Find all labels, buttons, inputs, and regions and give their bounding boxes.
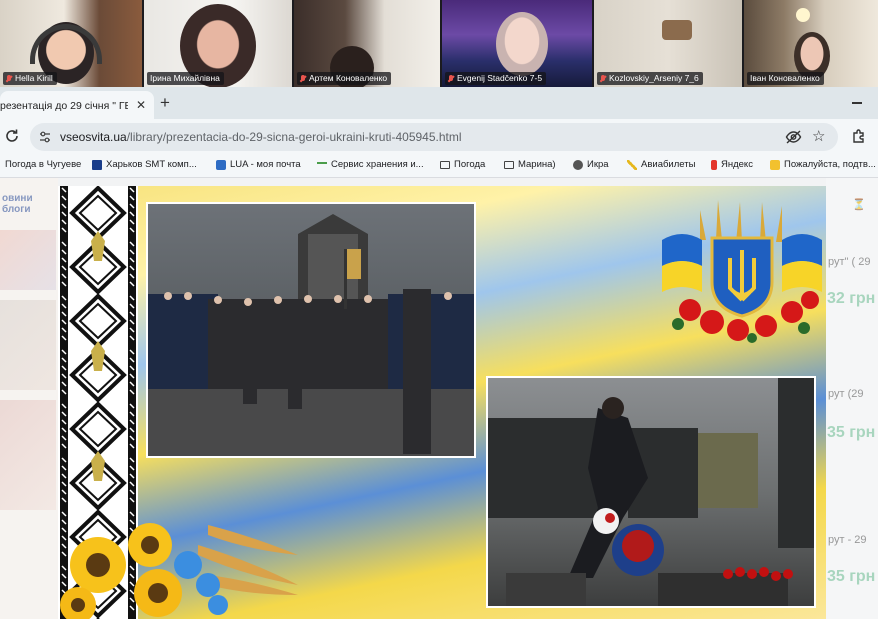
browser-tab-bar: резентація до 29 січня " ГЕР ✕ bbox=[0, 87, 878, 119]
participant-name: Ірина Михайлівна bbox=[150, 73, 220, 83]
eye-off-icon[interactable] bbox=[785, 129, 802, 145]
participant-tile-5[interactable]: Kozlovskiy_Arseniy 7_6 bbox=[594, 0, 742, 87]
participant-name: Іван Коноваленко bbox=[750, 73, 820, 83]
mic-muted-icon bbox=[600, 74, 606, 83]
tab-title: резентація до 29 січня " ГЕР bbox=[0, 100, 128, 112]
participant-tile-3[interactable]: Артем Коноваленко bbox=[294, 0, 440, 87]
participant-tile-6[interactable]: Іван Коноваленко bbox=[744, 0, 878, 87]
lua-icon bbox=[216, 159, 226, 170]
wall-clock-icon bbox=[662, 20, 692, 40]
wreath-laying-photo-image bbox=[488, 378, 814, 606]
product-price: 35 грн bbox=[827, 568, 876, 585]
video-call-strip: Hella Kirill Ірина Михайлівна Артем Коно… bbox=[0, 0, 878, 87]
product-price: 35 грн bbox=[827, 424, 876, 441]
product-label[interactable]: рут" ( 29 bbox=[828, 256, 870, 268]
extensions-icon[interactable] bbox=[851, 128, 867, 144]
mic-muted-icon bbox=[300, 74, 306, 83]
yandex-icon bbox=[711, 159, 717, 170]
bookmark-item[interactable]: Икра bbox=[573, 159, 609, 170]
ceremony-photo-image bbox=[148, 204, 474, 456]
bookmark-item[interactable]: Марина) bbox=[504, 159, 556, 170]
filter-icon[interactable]: ⏳ bbox=[852, 198, 866, 211]
product-label[interactable]: рут (29 bbox=[828, 388, 864, 400]
close-icon[interactable]: ✕ bbox=[134, 98, 148, 112]
participant-avatar bbox=[496, 12, 548, 76]
sunflowers-bouquet bbox=[60, 523, 298, 619]
ceremony-photo bbox=[146, 202, 476, 458]
site-settings-icon[interactable] bbox=[38, 130, 52, 144]
bookmark-item[interactable]: LUA - моя почта bbox=[216, 159, 301, 170]
participant-name: Hella Kirill bbox=[15, 73, 53, 83]
mail-icon bbox=[770, 159, 780, 170]
globe-icon bbox=[573, 159, 583, 170]
folder-icon bbox=[440, 160, 450, 169]
mic-muted-icon bbox=[6, 74, 12, 83]
lamp-icon bbox=[796, 8, 810, 22]
sidebar-thumbnail[interactable] bbox=[0, 300, 56, 390]
minimize-icon[interactable] bbox=[852, 94, 862, 108]
folder-icon bbox=[504, 160, 514, 169]
smt-icon bbox=[92, 159, 102, 170]
bookmark-item[interactable]: Яндекс bbox=[711, 159, 753, 170]
product-price: 32 грн bbox=[827, 290, 876, 307]
new-tab-button[interactable]: + bbox=[160, 93, 170, 113]
coat-of-arms-trident bbox=[662, 200, 822, 343]
participant-tile-4[interactable]: Evgenij Stadčenko 7-5 bbox=[442, 0, 592, 87]
plane-icon bbox=[627, 159, 637, 170]
participant-tile-1[interactable]: Hella Kirill bbox=[0, 0, 142, 87]
left-nav-label[interactable]: овини блоги bbox=[2, 193, 54, 215]
bookmark-item[interactable]: Пожалуйста, подтв... bbox=[770, 159, 876, 170]
reload-icon[interactable] bbox=[4, 128, 20, 144]
sidebar-thumbnail[interactable] bbox=[0, 230, 56, 290]
bookmark-item[interactable]: Погода bbox=[440, 159, 485, 170]
participant-name: Kozlovskiy_Arseniy 7_6 bbox=[609, 73, 699, 83]
bookmark-item[interactable]: Сервис хранения и... bbox=[317, 159, 424, 170]
url-domain: vseosvita.ua bbox=[60, 130, 127, 144]
bookmark-item[interactable]: Погода в Чугуеве bbox=[5, 159, 81, 170]
participant-name: Артем Коноваленко bbox=[309, 73, 388, 83]
url-path: /library/prezentacia-do-29-sicna-geroi-u… bbox=[126, 130, 462, 144]
browser-tab[interactable]: резентація до 29 січня " ГЕР ✕ bbox=[0, 91, 154, 119]
sidebar-thumbnail[interactable] bbox=[0, 400, 56, 510]
bookmark-item[interactable]: Авиабилеты bbox=[627, 159, 695, 170]
wreath-laying-photo bbox=[486, 376, 816, 608]
mic-muted-icon bbox=[448, 74, 454, 83]
participant-name: Evgenij Stadčenko 7-5 bbox=[457, 73, 543, 83]
url-text[interactable]: vseosvita.ua/library/prezentacia-do-29-s… bbox=[60, 130, 462, 144]
bookmark-star-icon[interactable]: ☆ bbox=[812, 127, 825, 145]
bookmark-item[interactable]: Харьков SMT комп... bbox=[92, 159, 197, 170]
product-label[interactable]: рут - 29 bbox=[828, 534, 867, 546]
participant-tile-2[interactable]: Ірина Михайлівна bbox=[144, 0, 292, 87]
storage-icon bbox=[317, 161, 327, 168]
